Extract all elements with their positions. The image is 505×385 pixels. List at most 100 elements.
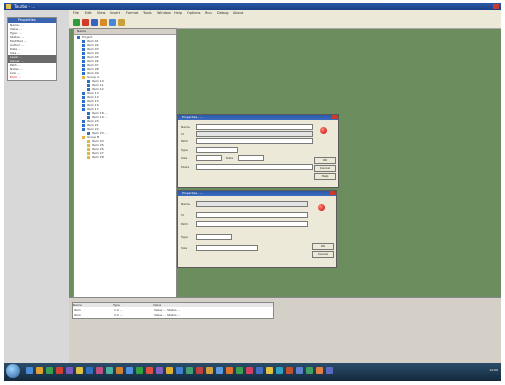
edit-icon[interactable]	[100, 19, 107, 26]
taskbar-app-icon[interactable]	[136, 367, 143, 374]
new-icon[interactable]	[73, 19, 80, 26]
menu-edit[interactable]: Edit	[85, 11, 92, 15]
taskbar-app-icon[interactable]	[246, 367, 253, 374]
taskbar-app-icon[interactable]	[176, 367, 183, 374]
menu-format[interactable]: Format	[126, 11, 138, 15]
table-cell: Value ... Status ...	[154, 313, 181, 317]
taskbar-app-icon[interactable]	[96, 367, 103, 374]
tree-item[interactable]: Item 28	[74, 155, 176, 159]
menu-tools[interactable]: Tools	[143, 11, 152, 15]
taskbar-app-icon[interactable]	[226, 367, 233, 374]
menu-options[interactable]: Options	[187, 11, 201, 15]
field-label: Size	[181, 246, 188, 250]
taskbar-app-icon[interactable]	[236, 367, 243, 374]
name-field[interactable]	[196, 201, 308, 207]
close-icon[interactable]	[330, 191, 335, 195]
main-application: File Edit View Insert Format Tools Windo…	[69, 10, 501, 364]
folder-icon	[87, 156, 90, 159]
type-field[interactable]	[196, 147, 238, 153]
taskbar-app-icon[interactable]	[186, 367, 193, 374]
field-label: Date	[226, 156, 234, 160]
property-row-error[interactable]: Error ...	[8, 75, 56, 79]
taskbar-app-icon[interactable]	[146, 367, 153, 374]
cancel-button[interactable]: Cancel	[314, 165, 336, 172]
menu-file[interactable]: File	[73, 11, 79, 15]
menu-debug[interactable]: Debug	[217, 11, 229, 15]
taskbar-app-icon[interactable]	[106, 367, 113, 374]
taskbar-app-icon[interactable]	[66, 367, 73, 374]
dialog-title: Properties - ...	[178, 115, 338, 120]
mode-field[interactable]	[196, 164, 313, 170]
menu-view[interactable]: View	[97, 11, 105, 15]
status-red-icon	[318, 204, 325, 211]
ok-button[interactable]: OK	[312, 243, 334, 250]
taskbar-app-icon[interactable]	[126, 367, 133, 374]
taskbar-app-icon[interactable]	[116, 367, 123, 374]
output-panel: Name Type Value Item 1.0 ... Value ... S…	[69, 297, 501, 364]
close-icon[interactable]	[493, 4, 499, 9]
taskbar-app-icon[interactable]	[26, 367, 33, 374]
tree-body: Project Item 01 Item 02 Item 03 Item 04 Item …	[74, 35, 176, 159]
taskbar-app-icon[interactable]	[276, 367, 283, 374]
taskbar-app-icon[interactable]	[46, 367, 53, 374]
menu-run[interactable]: Run	[205, 11, 212, 15]
dialog-title: Properties - ...	[178, 191, 336, 196]
taskbar-app-icon[interactable]	[216, 367, 223, 374]
column-header[interactable]: Value	[153, 303, 273, 307]
search-icon[interactable]	[109, 19, 116, 26]
table-cell: 2.0 ...	[114, 313, 123, 317]
column-header[interactable]: Name	[73, 303, 113, 307]
window-titlebar: Tourbo - ...	[4, 3, 501, 10]
properties-list[interactable]: Properties Name: ... Value ... Type: ...…	[7, 17, 57, 81]
tree-item-label: Item 28	[92, 155, 104, 159]
date-field[interactable]	[238, 155, 264, 161]
taskbar-app-icon[interactable]	[206, 367, 213, 374]
start-button[interactable]	[6, 364, 20, 378]
taskbar-app-icon[interactable]	[296, 367, 303, 374]
field-label: Type	[181, 235, 188, 239]
taskbar-app-icon[interactable]	[156, 367, 163, 374]
field-label: Size	[181, 156, 188, 160]
taskbar-app-icon[interactable]	[76, 367, 83, 374]
taskbar-app-icon[interactable]	[326, 367, 333, 374]
close-icon[interactable]	[332, 115, 337, 119]
app-icon	[6, 4, 11, 9]
field-label: Name	[181, 202, 190, 206]
taskbar-app-icon[interactable]	[286, 367, 293, 374]
taskbar-app-icon[interactable]	[86, 367, 93, 374]
taskbar-app-icon[interactable]	[166, 367, 173, 374]
taskbar-app-icon[interactable]	[36, 367, 43, 374]
menu-window[interactable]: Window	[157, 11, 171, 15]
taskbar-app-icon[interactable]	[266, 367, 273, 374]
table-cell: Value ... Status ...	[154, 308, 181, 312]
menu-about[interactable]: About	[233, 11, 243, 15]
path-field[interactable]	[196, 221, 308, 227]
menu-insert[interactable]: Insert	[110, 11, 120, 15]
taskbar-app-icon[interactable]	[306, 367, 313, 374]
ok-button[interactable]: OK	[314, 157, 336, 164]
field-label: Name	[181, 125, 190, 129]
id-field[interactable]	[196, 212, 308, 218]
taskbar-app-icon[interactable]	[316, 367, 323, 374]
taskbar-app-icon[interactable]	[196, 367, 203, 374]
id-field[interactable]	[196, 131, 313, 137]
taskbar-app-icon[interactable]	[256, 367, 263, 374]
folder-icon[interactable]	[118, 19, 125, 26]
taskbar-app-icon[interactable]	[56, 367, 63, 374]
name-field[interactable]	[196, 124, 313, 130]
save-icon[interactable]	[91, 19, 98, 26]
menu-help[interactable]: Help	[174, 11, 182, 15]
column-header[interactable]: Type	[113, 303, 153, 307]
window-title: Tourbo - ...	[14, 4, 36, 9]
stop-icon[interactable]	[82, 19, 89, 26]
size-field[interactable]	[196, 155, 222, 161]
size-field[interactable]	[196, 245, 258, 251]
status-red-icon	[320, 127, 327, 134]
results-table[interactable]: Name Type Value Item 1.0 ... Value ... S…	[72, 302, 274, 319]
type-field[interactable]	[196, 234, 232, 240]
cancel-button[interactable]: Cancel	[312, 251, 334, 258]
field-label: Id	[181, 132, 184, 136]
project-tree[interactable]: Name Project Item 01 Item 02 Item 03 Item 04…	[73, 28, 177, 299]
help-button[interactable]: Help	[314, 173, 336, 180]
path-field[interactable]	[196, 138, 313, 144]
